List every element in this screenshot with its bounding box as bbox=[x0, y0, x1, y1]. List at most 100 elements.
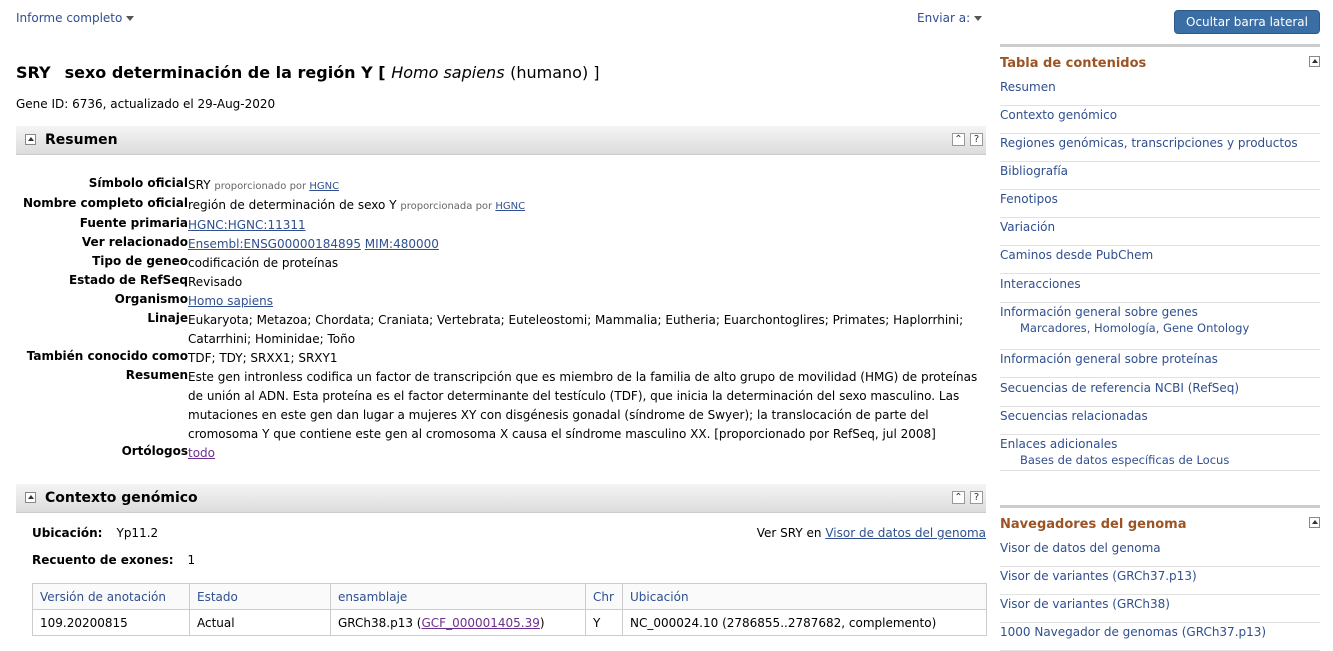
toc-item-label: Secuencias relacionadas bbox=[1000, 409, 1148, 423]
genome-viewer-link-line: Ver SRY en Visor de datos del genoma bbox=[757, 526, 986, 540]
field-label: Símbolo oficial bbox=[88, 176, 188, 190]
toc-item[interactable]: Información general sobre genes Marcadore… bbox=[1000, 304, 1320, 350]
assembly-link[interactable]: GCF_000001405.39 bbox=[422, 616, 540, 630]
hgnc-link[interactable]: HGNC bbox=[309, 181, 339, 192]
field-label: Fuente primaria bbox=[79, 216, 188, 230]
gene-type: codificación de proteínas bbox=[188, 256, 339, 270]
toc-item[interactable]: Bibliografía bbox=[1000, 163, 1320, 190]
exon-count-info: Recuento de exones: 1 bbox=[32, 553, 195, 567]
chevron-down-icon bbox=[126, 16, 135, 21]
page-title: SRY sexo determinación de la región Y [ H… bbox=[16, 63, 600, 82]
column-header[interactable]: Ubicación bbox=[622, 583, 987, 610]
toc-subitems: Marcadores, Homología, Gene Ontology bbox=[1000, 320, 1320, 336]
primary-source-link[interactable]: HGNC:HGNC:11311 bbox=[188, 218, 306, 232]
toc-item-label: Secuencias de referencia NCBI (RefSeq) bbox=[1000, 381, 1240, 395]
view-prefix: Ver SRY en bbox=[756, 526, 822, 540]
toc-item[interactable]: Fenotipos bbox=[1000, 191, 1320, 218]
toc-item[interactable]: Información general sobre proteínas bbox=[1000, 351, 1320, 378]
toc-item-label: Interacciones bbox=[1000, 277, 1081, 291]
toc-subitem[interactable]: Homología, bbox=[1094, 321, 1163, 335]
table-header-row: Versión de anotación Estado ensamblaje C… bbox=[32, 583, 987, 610]
toc-title: Tabla de contenidos bbox=[1000, 56, 1147, 71]
gene-id-info: Gene ID: 6736, actualizado el 29-Aug-202… bbox=[16, 97, 276, 111]
browser-link[interactable]: Visor de datos del genoma bbox=[1000, 540, 1320, 567]
column-header[interactable]: Estado bbox=[189, 583, 331, 610]
summary-section-header: Resumen ⌃ ? bbox=[16, 126, 986, 155]
species-name: Homo sapiens bbox=[391, 63, 505, 82]
toc-item-label: Información general sobre proteínas bbox=[1000, 352, 1218, 366]
field-label: Tipo de geneo bbox=[92, 254, 188, 268]
mim-link[interactable]: MIM:480000 bbox=[365, 237, 439, 251]
genome-data-viewer-link[interactable]: Visor de datos del genoma bbox=[825, 526, 986, 540]
organism-link[interactable]: Homo sapiens bbox=[188, 294, 273, 308]
toc-item[interactable]: Secuencias relacionadas bbox=[1000, 408, 1320, 435]
collapse-toggle-icon[interactable] bbox=[1309, 517, 1320, 528]
scroll-top-icon[interactable]: ⌃ bbox=[952, 491, 965, 504]
genomic-context-section-header: Contexto genómico ⌃ ? bbox=[16, 484, 986, 513]
toc-item-label: Regiones genómicas, transcripciones y pr… bbox=[1000, 136, 1298, 150]
gene-symbol: SRY bbox=[16, 63, 51, 82]
status-cell: Actual bbox=[189, 609, 331, 636]
toc-item-label: Variación bbox=[1000, 220, 1056, 234]
column-header[interactable]: Chr bbox=[585, 583, 623, 610]
species-common: (humano) ] bbox=[510, 63, 600, 82]
field-label: Ver relacionado bbox=[81, 235, 188, 249]
chevron-down-icon bbox=[974, 16, 983, 21]
field-label: También conocido como bbox=[26, 349, 188, 363]
toc-subitem[interactable]: Bases de datos específicas de Locus bbox=[1020, 453, 1229, 467]
toc-subitem[interactable]: Marcadores, bbox=[1020, 321, 1094, 335]
annotation-cell: 109.20200815 bbox=[32, 609, 190, 636]
collapse-toggle-icon[interactable] bbox=[1309, 56, 1320, 67]
toc-item[interactable]: Regiones genómicas, transcripciones y pr… bbox=[1000, 135, 1320, 162]
assembly-name: GRCh38.p13 ( bbox=[338, 615, 422, 630]
field-label: Organismo bbox=[114, 292, 188, 306]
send-to-menu[interactable]: Enviar a: bbox=[917, 11, 983, 25]
table-row: 109.20200815 Actual GRCh38.p13 (GCF_0000… bbox=[32, 609, 987, 636]
browser-link[interactable]: 1000 Navegador de genomas (GRCh37.p13) bbox=[1000, 624, 1320, 651]
browsers-title: Navegadores del genoma bbox=[1000, 517, 1187, 532]
assembly-close: ) bbox=[539, 615, 545, 630]
toc-item[interactable]: Interacciones bbox=[1000, 276, 1320, 303]
toc-subitems: Bases de datos específicas de Locus bbox=[1000, 452, 1320, 468]
location-label: Ubicación: bbox=[32, 526, 103, 540]
report-format-menu[interactable]: Informe completo bbox=[16, 11, 135, 25]
toc-item[interactable]: Enlaces adicionales Bases de datos especí… bbox=[1000, 436, 1320, 471]
browser-link[interactable]: Visor de variantes (GRCh38) bbox=[1000, 596, 1320, 623]
toc-item-label: Caminos desde PubChem bbox=[1000, 248, 1154, 262]
collapse-toggle-icon[interactable] bbox=[25, 134, 36, 145]
field-label: Resumen bbox=[125, 368, 188, 382]
refseq-status: Revisado bbox=[188, 275, 243, 289]
ensembl-link[interactable]: Ensembl:ENSG00000184895 bbox=[188, 237, 361, 251]
toc-item[interactable]: Secuencias de referencia NCBI (RefSeq) bbox=[1000, 380, 1320, 407]
help-icon[interactable]: ? bbox=[970, 133, 983, 146]
toc-item[interactable]: Resumen bbox=[1000, 79, 1320, 106]
column-header[interactable]: Versión de anotación bbox=[32, 583, 190, 610]
toc-item[interactable]: Variación bbox=[1000, 219, 1320, 246]
field-label: Ortólogos bbox=[121, 444, 188, 458]
orthologs-link[interactable]: todo bbox=[188, 446, 215, 460]
toc-item-label: Información general sobre genes bbox=[1000, 305, 1198, 319]
panel-divider bbox=[1000, 44, 1320, 47]
location-info: Ubicación: Yp11.2 bbox=[32, 526, 158, 540]
send-menu-label: Enviar a: bbox=[917, 11, 971, 25]
column-header[interactable]: ensamblaje bbox=[330, 583, 586, 610]
hide-sidebar-button[interactable]: Ocultar barra lateral >> bbox=[1174, 10, 1320, 52]
location-value: Yp11.2 bbox=[116, 526, 159, 540]
annotation-table: Versión de anotación Estado ensamblaje C… bbox=[32, 583, 987, 636]
hgnc-link[interactable]: HGNC bbox=[495, 201, 525, 212]
official-symbol: SRY bbox=[188, 178, 211, 192]
gene-name: sexo determinación de la región Y [ bbox=[64, 63, 386, 82]
help-icon[interactable]: ? bbox=[970, 491, 983, 504]
toc-item[interactable]: Contexto genómico bbox=[1000, 107, 1320, 134]
toc-item-label: Enlaces adicionales bbox=[1000, 437, 1118, 451]
field-label: Estado de RefSeq bbox=[68, 273, 188, 287]
scroll-top-icon[interactable]: ⌃ bbox=[952, 133, 965, 146]
toc-item[interactable]: Caminos desde PubChem bbox=[1000, 247, 1320, 274]
toc-subitem[interactable]: Gene Ontology bbox=[1163, 321, 1249, 335]
section-title: Contexto genómico bbox=[45, 490, 198, 506]
exon-count: 1 bbox=[187, 553, 196, 567]
assembly-cell: GRCh38.p13 (GCF_000001405.39) bbox=[330, 609, 586, 636]
browser-link[interactable]: Visor de variantes (GRCh37.p13) bbox=[1000, 568, 1320, 595]
chr-cell: Y bbox=[585, 609, 623, 636]
collapse-toggle-icon[interactable] bbox=[25, 492, 36, 503]
